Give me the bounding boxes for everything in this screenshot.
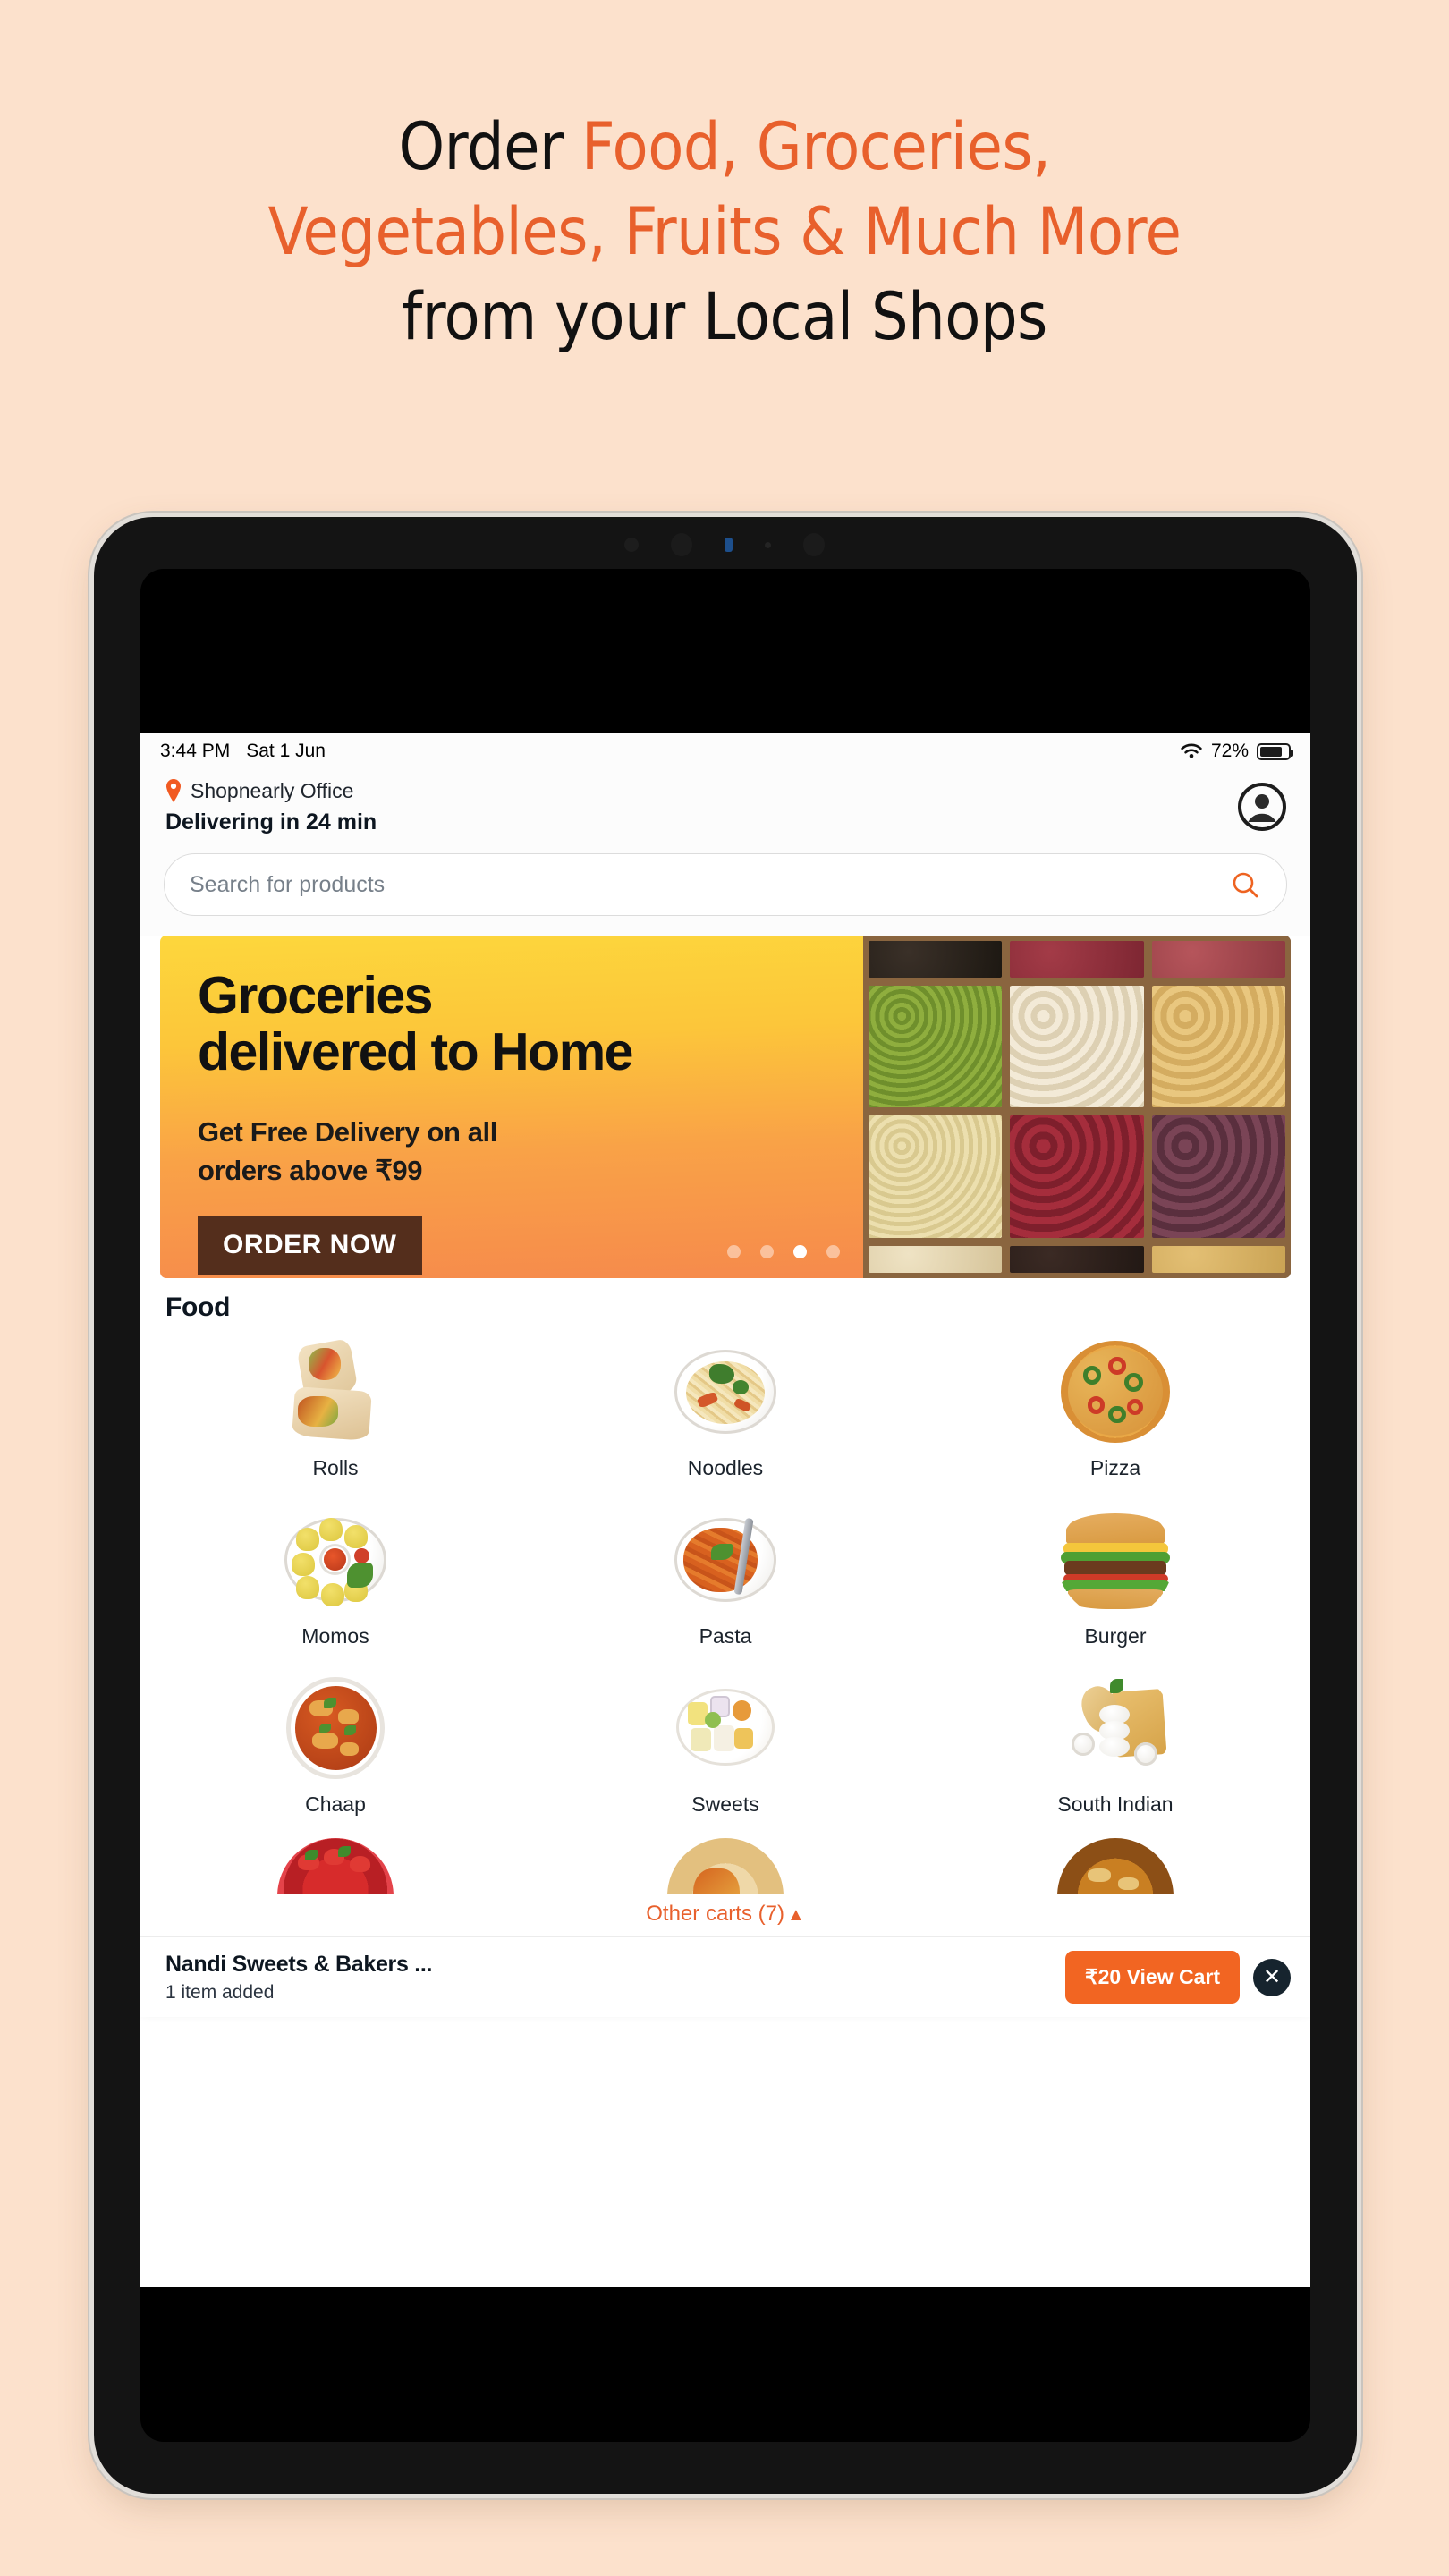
category-tile-south-indian[interactable]: South Indian xyxy=(920,1670,1310,1838)
category-tile-rolls[interactable]: Rolls xyxy=(140,1334,530,1502)
category-tile-momos[interactable]: Momos xyxy=(140,1502,530,1670)
category-label: Chaap xyxy=(305,1792,366,1816)
chaap-icon xyxy=(277,1670,394,1786)
food-category-grid: Rolls Noodles Pizza Momos Pasta Burger C… xyxy=(140,1323,1310,1838)
category-tile-sweets[interactable]: Sweets xyxy=(530,1670,920,1838)
location-row[interactable]: Shopnearly Office xyxy=(164,778,1287,803)
carousel-dot-active[interactable] xyxy=(793,1245,808,1258)
cart-store-name: Nandi Sweets & Bakers ... xyxy=(165,1951,433,1977)
status-bar-left: 3:44 PM Sat 1 Jun xyxy=(160,741,326,762)
delivery-eta: Delivering in 24 min xyxy=(165,809,377,835)
shawarma-icon xyxy=(667,1838,784,1894)
category-tile-pasta[interactable]: Pasta xyxy=(530,1502,920,1670)
pasta-icon xyxy=(667,1502,784,1618)
banner-carousel-dots[interactable] xyxy=(727,1245,841,1258)
close-icon[interactable]: ✕ xyxy=(1253,1958,1291,1996)
other-carts-toggle[interactable]: Other carts (7) ▲ xyxy=(140,1894,1310,1936)
sweets-icon xyxy=(667,1670,784,1786)
burger-icon xyxy=(1057,1502,1174,1618)
promo-banner[interactable]: Groceries delivered to Home Get Free Del… xyxy=(160,936,1291,1278)
carousel-dot[interactable] xyxy=(826,1245,841,1258)
search-placeholder: Search for products xyxy=(190,871,386,897)
category-label: Sweets xyxy=(691,1792,759,1816)
status-bar: 3:44 PM Sat 1 Jun 72% xyxy=(140,733,1310,769)
banner-subtitle-line-2: orders above ₹99 xyxy=(198,1154,423,1186)
location-name: Shopnearly Office xyxy=(191,778,354,802)
cart-bar: Nandi Sweets & Bakers ... 1 item added ₹… xyxy=(140,1936,1310,2017)
other-carts-label: Other carts (7) xyxy=(646,1902,784,1926)
banner-subtitle-line-1: Get Free Delivery on all xyxy=(198,1116,497,1148)
category-tile-pizza[interactable]: Pizza xyxy=(920,1334,1310,1502)
category-tile-partial[interactable] xyxy=(530,1838,920,1894)
noodles-icon xyxy=(667,1334,784,1450)
category-label: Noodles xyxy=(687,1456,764,1479)
wifi-icon xyxy=(1180,742,1203,760)
status-date: Sat 1 Jun xyxy=(246,741,326,761)
promo-banner-content: Groceries delivered to Home Get Free Del… xyxy=(160,936,864,1278)
account-circle-icon[interactable] xyxy=(1237,782,1287,832)
banner-beans-image xyxy=(863,936,1291,1278)
momos-icon xyxy=(277,1502,394,1618)
headline-plain-1: Order xyxy=(398,109,581,185)
tablet-screen-area: 3:44 PM Sat 1 Jun 72% Shopnearly Office … xyxy=(140,569,1310,2442)
tablet-device-frame: 3:44 PM Sat 1 Jun 72% Shopnearly Office … xyxy=(94,517,1357,2494)
category-label: Rolls xyxy=(312,1456,359,1479)
status-time: 3:44 PM xyxy=(160,741,231,761)
strawberry-cake-icon xyxy=(277,1838,394,1894)
headline-line-2: Vegetables, Fruits & Much More xyxy=(267,193,1182,270)
headline-line-3: from your Local Shops xyxy=(402,278,1047,355)
battery-percent-label: 72% xyxy=(1210,741,1249,761)
biryani-icon xyxy=(1057,1838,1174,1894)
category-label: South Indian xyxy=(1057,1792,1174,1816)
battery-icon xyxy=(1257,742,1293,760)
category-label: Pizza xyxy=(1089,1456,1141,1479)
pizza-icon xyxy=(1057,1334,1174,1450)
banner-title-line-1: Groceries xyxy=(198,966,434,1025)
section-title-food: Food xyxy=(165,1292,231,1322)
app-screen: 3:44 PM Sat 1 Jun 72% Shopnearly Office … xyxy=(140,733,1310,2287)
status-bar-right: 72% xyxy=(1180,741,1293,762)
search-input[interactable]: Search for products xyxy=(164,853,1287,916)
cart-actions: ₹20 View Cart ✕ xyxy=(1064,1951,1291,2004)
category-tile-noodles[interactable]: Noodles xyxy=(530,1334,920,1502)
caret-up-icon: ▲ xyxy=(786,1905,805,1925)
rolls-icon xyxy=(277,1334,394,1450)
headline-line-1: Order Food, Groceries, xyxy=(0,106,1449,191)
cart-store-info: Nandi Sweets & Bakers ... 1 item added xyxy=(165,1952,432,2004)
category-tile-burger[interactable]: Burger xyxy=(920,1502,1310,1670)
location-header: Shopnearly Office Delivering in 24 min xyxy=(140,769,1310,848)
food-category-row-partial xyxy=(140,1838,1310,1894)
cart-items-count: 1 item added xyxy=(165,1981,275,2003)
view-cart-button[interactable]: ₹20 View Cart xyxy=(1064,1951,1240,2004)
category-label: Momos xyxy=(301,1624,369,1648)
category-tile-chaap[interactable]: Chaap xyxy=(140,1670,530,1838)
category-label: Pasta xyxy=(699,1624,752,1648)
carousel-dot[interactable] xyxy=(760,1245,775,1258)
location-pin-icon xyxy=(164,778,183,803)
search-section: Search for products xyxy=(140,848,1310,936)
order-now-button[interactable]: ORDER NOW xyxy=(198,1215,422,1275)
carousel-dot[interactable] xyxy=(727,1245,741,1258)
category-label: Burger xyxy=(1084,1624,1147,1648)
banner-title-line-2: delivered to Home xyxy=(198,1022,633,1082)
search-icon[interactable] xyxy=(1231,870,1259,899)
south-indian-icon xyxy=(1057,1670,1174,1786)
category-tile-partial[interactable] xyxy=(140,1838,530,1894)
category-tile-partial[interactable] xyxy=(920,1838,1310,1894)
food-category-section: Food Rolls Noodles Pizza Momos Pasta Bur… xyxy=(140,1278,1310,1894)
page-headline: Order Food, Groceries, Vegetables, Fruit… xyxy=(0,0,1449,360)
headline-accent-1: Food, Groceries, xyxy=(580,109,1051,185)
